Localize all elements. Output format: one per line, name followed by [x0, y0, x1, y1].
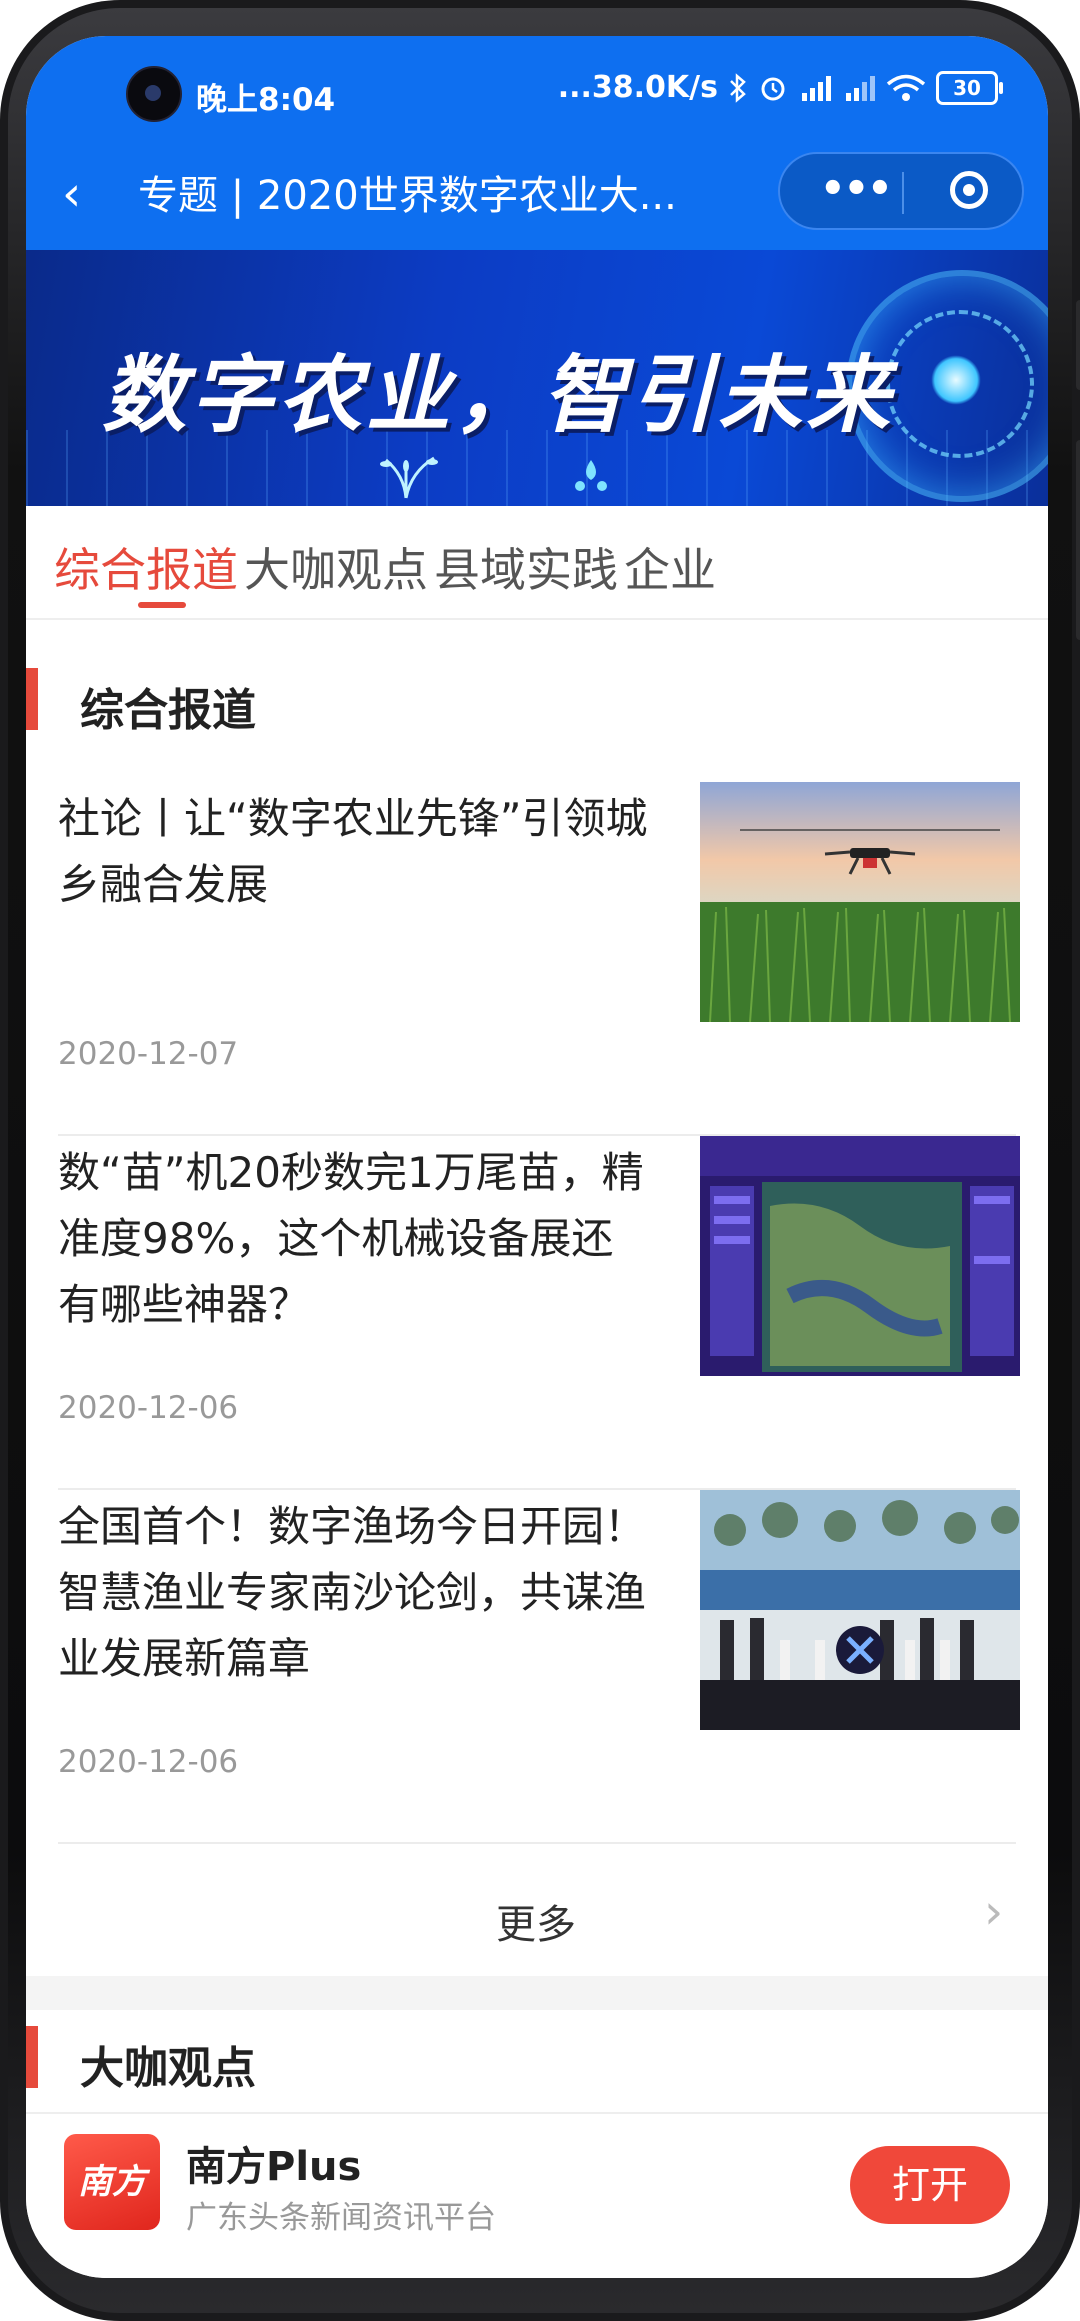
- phone-frame: 晚上8:04 ...38.0K/s 30 ‹ 专题 | 2020世界数字农业大.…: [0, 0, 1080, 2321]
- section-heading: 大咖观点: [26, 2026, 1048, 2094]
- article-date: 2020-12-06: [58, 1744, 239, 1780]
- tab-enterprise[interactable]: 企业: [624, 534, 716, 600]
- page-title: 专题 | 2020世界数字农业大...: [138, 173, 677, 219]
- article-item[interactable]: 数“苗”机20秒数完1万尾苗，精准度98%，这个机械设备展还有哪些神器？ 202…: [58, 1136, 1020, 1490]
- alarm-icon: [761, 77, 785, 100]
- more-link[interactable]: 更多 ›: [26, 1866, 1048, 1966]
- tab-county-practice[interactable]: 县域实践: [434, 534, 618, 600]
- nav-bar: ‹ 专题 | 2020世界数字农业大... •••: [26, 148, 1048, 244]
- app-description: 广东头条新闻资讯平台: [186, 2200, 496, 2236]
- miniprogram-capsule: •••: [778, 152, 1024, 230]
- water-drop-icon: [575, 460, 607, 491]
- banner-title: 数字农业，智引未来: [102, 346, 895, 444]
- article-date: 2020-12-07: [58, 1036, 239, 1072]
- article-thumbnail[interactable]: [700, 1490, 1020, 1730]
- exhibition-screen-image: [700, 1136, 1020, 1376]
- tab-expert-views[interactable]: 大咖观点: [244, 534, 428, 600]
- article-title[interactable]: 全国首个！数字渔场今日开园！智慧渔业专家南沙论剑，共谋渔业发展新篇章: [58, 1494, 648, 1692]
- active-tab-indicator: [138, 602, 186, 608]
- header: 晚上8:04 ...38.0K/s 30 ‹ 专题 | 2020世界数字农业大.…: [26, 36, 1048, 250]
- topic-banner: 数字农业，智引未来: [26, 250, 1048, 506]
- article-thumbnail[interactable]: [700, 782, 1020, 1022]
- capsule-divider: [902, 172, 904, 214]
- section-title: 大咖观点: [80, 2043, 256, 2094]
- tab-comprehensive-reports[interactable]: 综合报道: [54, 534, 238, 600]
- status-icons: ...38.0K/s 30: [557, 70, 1003, 105]
- category-tabs: 综合报道 大咖观点 县域实践 企业: [26, 506, 1048, 620]
- status-time: 晚上8:04: [196, 82, 336, 118]
- open-app-button[interactable]: 打开: [850, 2146, 1010, 2224]
- section-marker: [26, 668, 38, 730]
- back-icon[interactable]: ‹: [62, 166, 81, 222]
- app-name: 南方Plus: [186, 2144, 362, 2190]
- chevron-right-icon: ›: [984, 1884, 1004, 1940]
- section-heading: 综合报道: [26, 668, 1048, 736]
- article-title[interactable]: 数“苗”机20秒数完1万尾苗，精准度98%，这个机械设备展还有哪些神器？: [58, 1140, 648, 1338]
- signal-hd-icon: [846, 75, 875, 101]
- article-title[interactable]: 社论丨让“数字农业先锋”引领城乡融合发展: [58, 786, 648, 918]
- drone-field-image: [700, 782, 1020, 1022]
- app-logo: 南方+: [64, 2134, 160, 2278]
- wifi-icon: [886, 74, 926, 101]
- section-title: 综合报道: [80, 685, 256, 736]
- more-icon[interactable]: •••: [820, 166, 893, 212]
- tech-ring-core: [931, 355, 981, 405]
- phone-side-button: [1076, 440, 1080, 640]
- bluetooth-icon: [730, 72, 746, 103]
- status-bar: 晚上8:04 ...38.0K/s 30: [26, 56, 1048, 126]
- signal-hd-icon: [802, 75, 831, 101]
- more-label[interactable]: 更多: [496, 1892, 576, 1950]
- article-date: 2020-12-06: [58, 1390, 239, 1426]
- network-speed: ...38.0K/s: [557, 70, 718, 105]
- section-divider: [26, 1976, 1048, 2010]
- app-promo-bar: 南方+ 南方Plus 广东头条新闻资讯平台 打开: [26, 2112, 1048, 2278]
- ceremony-stage-image: [700, 1490, 1020, 1730]
- section-marker: [26, 2026, 38, 2088]
- battery-icon: 30: [936, 70, 1003, 105]
- screen: 晚上8:04 ...38.0K/s 30 ‹ 专题 | 2020世界数字农业大.…: [26, 36, 1048, 2278]
- front-camera-icon: [126, 66, 182, 122]
- phone-side-button: [1076, 300, 1080, 390]
- article-thumbnail[interactable]: [700, 1136, 1020, 1376]
- article-item[interactable]: 全国首个！数字渔场今日开园！智慧渔业专家南沙论剑，共谋渔业发展新篇章 2020-…: [58, 1490, 1020, 1844]
- rice-plant-icon: [380, 456, 438, 499]
- close-miniprogram-icon[interactable]: [950, 171, 988, 209]
- article-item[interactable]: 社论丨让“数字农业先锋”引领城乡融合发展 2020-12-07: [58, 782, 1020, 1136]
